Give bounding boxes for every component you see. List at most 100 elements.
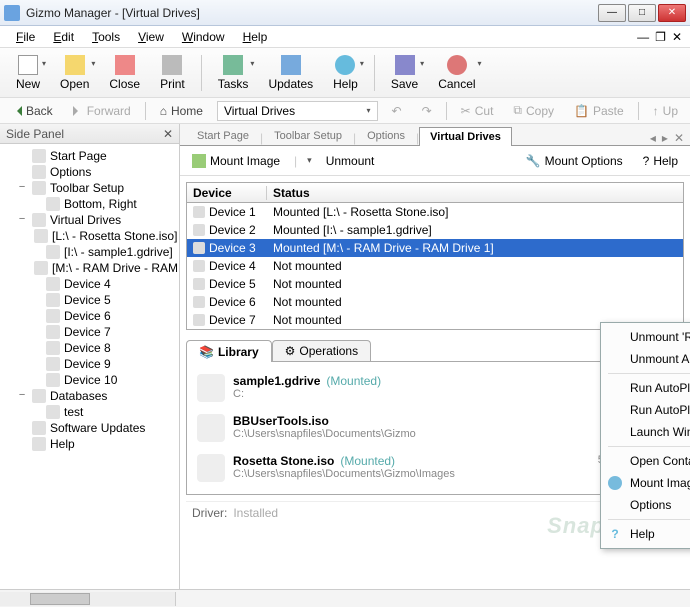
mdi-restore-icon[interactable]: ❐: [655, 30, 666, 44]
tab-prev-icon[interactable]: ◂: [650, 131, 656, 145]
scrollbar-thumb[interactable]: [30, 593, 90, 605]
tree-node[interactable]: Help: [2, 436, 177, 452]
tree-node[interactable]: [I:\ - sample1.gdrive]: [2, 244, 177, 260]
close-button[interactable]: ✕: [658, 4, 686, 22]
breadcrumb[interactable]: Virtual Drives▾: [217, 101, 378, 121]
tree-item-icon: [32, 165, 46, 179]
chevron-down-icon[interactable]: ▾: [367, 106, 371, 115]
tree-twisty-icon[interactable]: −: [16, 390, 28, 402]
open-button[interactable]: Open▾: [52, 53, 97, 93]
table-row[interactable]: Device 6Not mounted: [187, 293, 683, 311]
close-doc-button[interactable]: Close: [101, 53, 148, 93]
cut-button[interactable]: ✂Cut: [455, 102, 500, 120]
tree-node[interactable]: Device 5: [2, 292, 177, 308]
navbar: Back Forward ⌂Home Virtual Drives▾ ↶ ↷ ✂…: [0, 98, 690, 124]
menu-window[interactable]: Window: [174, 28, 233, 46]
tab-options[interactable]: Options: [356, 126, 416, 145]
tab-library[interactable]: 📚Library: [186, 340, 272, 362]
drive-icon: [193, 206, 205, 218]
ctx-mount-image[interactable]: Mount Image: [604, 472, 690, 494]
col-device[interactable]: Device: [187, 186, 267, 200]
help-link[interactable]: ?Help: [639, 152, 682, 170]
tree-twisty-icon[interactable]: −: [16, 214, 28, 226]
statusbar: [0, 589, 690, 607]
up-button[interactable]: ↑Up: [647, 102, 684, 120]
new-button[interactable]: New▾: [8, 53, 48, 93]
undo-button[interactable]: ↶: [386, 102, 408, 120]
ctx-options[interactable]: Options: [604, 494, 690, 516]
col-status[interactable]: Status: [267, 186, 683, 200]
ctx-unmount[interactable]: Unmount 'RAM Drive - RAM Drive 1': [604, 326, 690, 348]
maximize-button[interactable]: □: [628, 4, 656, 22]
print-button[interactable]: Print: [152, 53, 193, 93]
copy-button[interactable]: ⧉Copy: [507, 101, 560, 120]
tree-node[interactable]: test: [2, 404, 177, 420]
ctx-autoplay-or-explorer[interactable]: Run AutoPlay, or launch Windows Explorer: [604, 377, 690, 399]
ctx-autoplay[interactable]: Run AutoPlay: [604, 399, 690, 421]
tasks-icon: [223, 55, 243, 75]
mdi-close-icon[interactable]: ✕: [672, 30, 682, 44]
back-icon: [12, 106, 22, 116]
minimize-button[interactable]: —: [598, 4, 626, 22]
table-row[interactable]: Device 3Mounted [M:\ - RAM Drive - RAM D…: [187, 239, 683, 257]
home-button[interactable]: ⌂Home: [154, 102, 209, 120]
tab-toolbar-setup[interactable]: Toolbar Setup: [263, 126, 353, 145]
tab-next-icon[interactable]: ▸: [662, 131, 668, 145]
help-button[interactable]: Help▾: [325, 53, 366, 93]
ctx-explorer[interactable]: Launch Windows Explorer: [604, 421, 690, 443]
ctx-containing-folder[interactable]: Open Containing Folder: [604, 450, 690, 472]
table-row[interactable]: Device 5Not mounted: [187, 275, 683, 293]
context-menu: Unmount 'RAM Drive - RAM Drive 1' Unmoun…: [600, 322, 690, 549]
tree-label: Device 6: [64, 309, 111, 323]
table-row[interactable]: Device 2Mounted [I:\ - sample1.gdrive]: [187, 221, 683, 239]
tree-node[interactable]: −Toolbar Setup: [2, 180, 177, 196]
side-panel-close-icon[interactable]: ✕: [163, 127, 173, 141]
ctx-unmount-all[interactable]: Unmount All: [604, 348, 690, 370]
tree-node[interactable]: Device 10: [2, 372, 177, 388]
toolbar-separator: [201, 55, 202, 91]
tree-node[interactable]: Device 9: [2, 356, 177, 372]
side-panel-scrollbar[interactable]: [0, 592, 176, 606]
ctx-help[interactable]: ?Help: [604, 523, 690, 545]
tab-operations[interactable]: ⚙Operations: [272, 340, 371, 361]
save-button[interactable]: Save▾: [383, 53, 426, 93]
tree-node[interactable]: Software Updates: [2, 420, 177, 436]
menu-view[interactable]: View: [130, 28, 172, 46]
forward-button[interactable]: Forward: [67, 102, 137, 120]
mount-options-button[interactable]: 🔧Mount Options: [522, 152, 627, 170]
ctx-separator: [608, 519, 690, 520]
unmount-button[interactable]: Unmount: [322, 152, 379, 170]
mount-image-button[interactable]: Mount Image: [188, 152, 284, 170]
tab-close-icon[interactable]: ✕: [674, 131, 684, 145]
menu-help[interactable]: Help: [235, 28, 276, 46]
tasks-button[interactable]: Tasks▾: [210, 53, 257, 93]
menu-edit[interactable]: Edit: [45, 28, 82, 46]
tree-node[interactable]: Bottom, Right: [2, 196, 177, 212]
mount-dropdown-icon[interactable]: ▾: [307, 155, 312, 166]
tree-node[interactable]: Start Page: [2, 148, 177, 164]
tree-node[interactable]: Device 8: [2, 340, 177, 356]
tab-start-page[interactable]: Start Page: [186, 126, 260, 145]
menu-tools[interactable]: Tools: [84, 28, 128, 46]
mdi-minimize-icon[interactable]: —: [637, 30, 649, 44]
tree-node[interactable]: Options: [2, 164, 177, 180]
tree-node[interactable]: [M:\ - RAM Drive - RAM D: [2, 260, 177, 276]
tree-node[interactable]: Device 4: [2, 276, 177, 292]
paste-button[interactable]: 📋Paste: [568, 102, 630, 120]
tree-node[interactable]: Device 7: [2, 324, 177, 340]
updates-button[interactable]: Updates: [260, 53, 321, 93]
drive-icon: [193, 278, 205, 290]
tree-node[interactable]: [L:\ - Rosetta Stone.iso]: [2, 228, 177, 244]
menu-file[interactable]: File: [8, 28, 43, 46]
drive-icon: [193, 224, 205, 236]
tree-twisty-icon[interactable]: −: [16, 182, 28, 194]
tab-virtual-drives[interactable]: Virtual Drives: [419, 127, 512, 146]
tree-node[interactable]: −Databases: [2, 388, 177, 404]
cancel-button[interactable]: Cancel▾: [430, 53, 483, 93]
redo-button[interactable]: ↷: [416, 102, 438, 120]
tree-node[interactable]: −Virtual Drives: [2, 212, 177, 228]
tree-node[interactable]: Device 6: [2, 308, 177, 324]
back-button[interactable]: Back: [6, 102, 59, 120]
table-row[interactable]: Device 4Not mounted: [187, 257, 683, 275]
table-row[interactable]: Device 1Mounted [L:\ - Rosetta Stone.iso…: [187, 203, 683, 221]
